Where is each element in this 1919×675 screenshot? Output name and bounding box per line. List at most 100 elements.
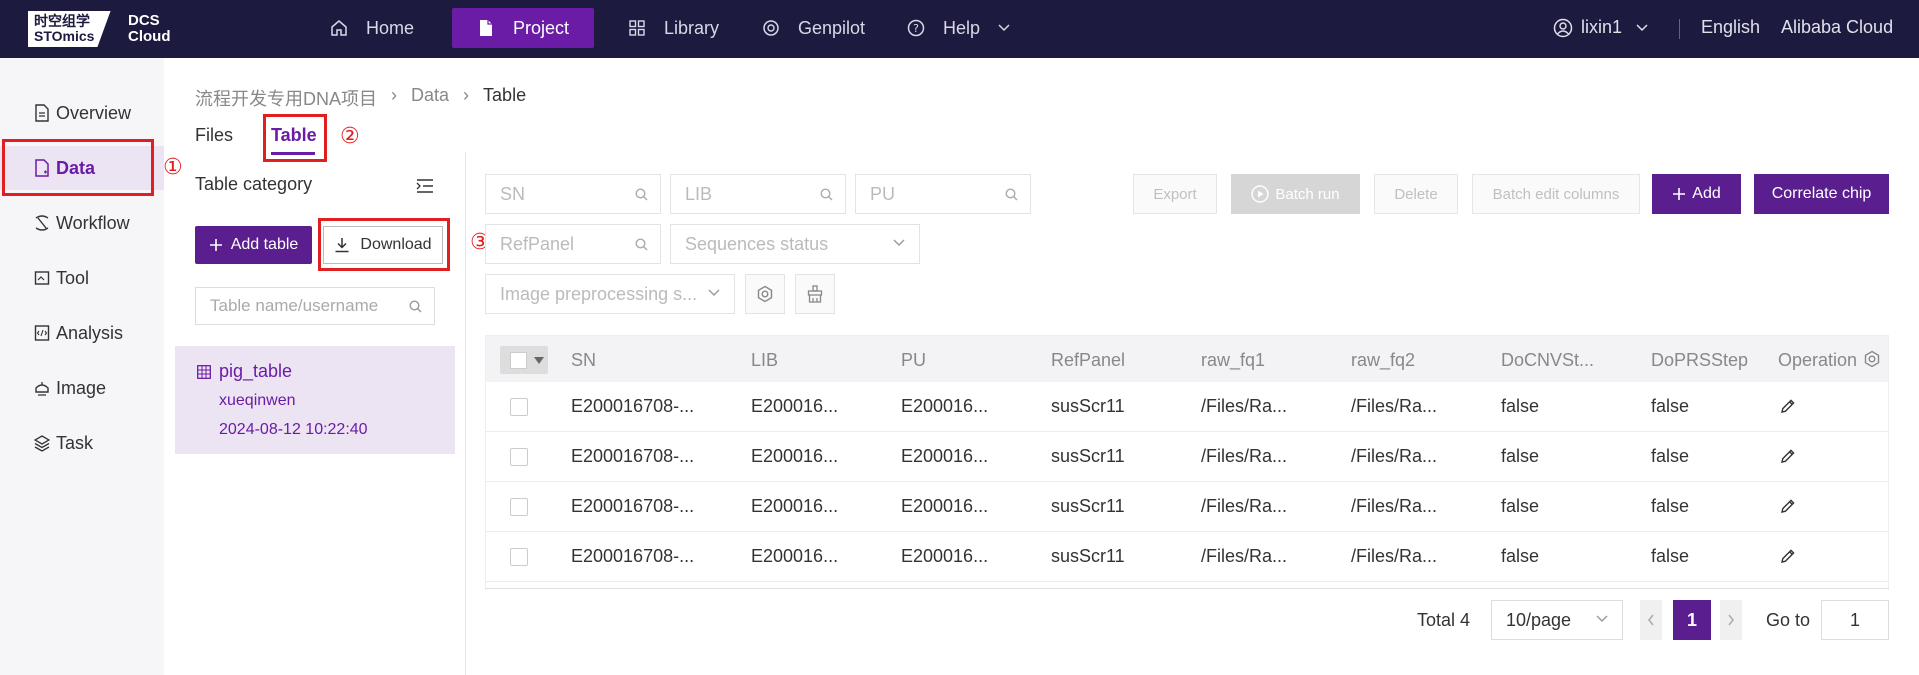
search-icon: [409, 300, 422, 313]
product-line1: DCS: [128, 12, 160, 29]
nav-genpilot[interactable]: Genpilot: [762, 8, 865, 48]
column-header-docnvstep: DoCNVSt...: [1501, 350, 1595, 370]
tab-files[interactable]: Files: [195, 125, 233, 146]
goto-label: Go to: [1766, 610, 1811, 630]
edit-pencil-icon[interactable]: [1780, 398, 1796, 414]
row-checkbox[interactable]: [510, 548, 528, 566]
logo-chinese-text: 时空组学: [34, 13, 90, 29]
breadcrumb-data[interactable]: Data: [411, 85, 449, 111]
edit-pencil-icon[interactable]: [1780, 548, 1796, 564]
sn-filter-input[interactable]: SN: [485, 174, 661, 214]
nav-home[interactable]: Home: [330, 8, 414, 48]
cell-doprsstep: false: [1651, 396, 1690, 416]
goto-page-input[interactable]: 1: [1821, 600, 1889, 640]
search-icon: [635, 188, 648, 201]
collapse-menu-icon[interactable]: [416, 178, 434, 194]
sequences-status-select[interactable]: Sequences status: [670, 224, 920, 264]
table-header: SN LIB PU RefPanel raw_fq1 raw_fq2 DoCNV…: [486, 336, 1888, 382]
sidebar-item-label: Image: [56, 377, 107, 398]
table-list-item[interactable]: pig_table xueqinwen 2024-08-12 10:22:40: [175, 346, 455, 454]
table-row[interactable]: E200016708-... E200016... E200016... susScr…: [486, 382, 1888, 432]
panel-divider: [465, 152, 466, 675]
sidebar-item-data[interactable]: Data: [0, 146, 164, 190]
batch-edit-columns-label: Batch edit columns: [1492, 185, 1620, 203]
column-header-refpanel: RefPanel: [1051, 350, 1126, 370]
image-preprocessing-select[interactable]: Image preprocessing s...: [485, 274, 735, 314]
table-search-placeholder: Table name/username: [210, 296, 379, 315]
nav-help[interactable]: ? Help: [907, 8, 1010, 48]
table-row[interactable]: E200016708-... E200016... E200016... susScr…: [486, 432, 1888, 482]
sidebar-item-analysis[interactable]: Analysis: [0, 311, 164, 355]
delete-button[interactable]: Delete: [1374, 174, 1458, 214]
cell-pu: E200016...: [901, 396, 989, 416]
lib-filter-input[interactable]: LIB: [670, 174, 846, 214]
sidebar-item-task[interactable]: Task: [0, 421, 164, 465]
table-row[interactable]: E200016708-... E200016... E200016... susScr…: [486, 482, 1888, 532]
settings-button[interactable]: [745, 274, 785, 314]
chevron-down-icon: [893, 239, 905, 246]
data-table: SN LIB PU RefPanel raw_fq1 raw_fq2 DoCNV…: [485, 335, 1889, 590]
cell-pu: E200016...: [901, 496, 989, 516]
cell-doprsstep: false: [1651, 496, 1690, 516]
user-menu[interactable]: lixin1: [1553, 17, 1648, 38]
page-size-select[interactable]: 10/page: [1491, 600, 1623, 640]
breadcrumb-separator: ›: [391, 85, 398, 105]
sidebar-item-label: Tool: [56, 267, 90, 288]
table-row[interactable]: E200016708-... E200016... E200016... susScr…: [486, 532, 1888, 582]
nav-project[interactable]: Project: [452, 8, 594, 48]
search-icon: [635, 238, 648, 251]
genpilot-aperture-icon: [763, 20, 779, 36]
cell-pu: E200016...: [901, 446, 989, 466]
table-horizontal-scrollbar[interactable]: [485, 588, 1889, 589]
sidebar-item-tool[interactable]: Tool: [0, 256, 164, 300]
row-checkbox[interactable]: [510, 398, 528, 416]
chevron-down-icon: [708, 289, 720, 296]
logo-english-text: STOmics: [34, 28, 95, 44]
sidebar-item-image[interactable]: Image: [0, 366, 164, 410]
cloud-switch[interactable]: Alibaba Cloud: [1781, 17, 1893, 38]
cell-raw-fq2: /Files/Ra...: [1351, 446, 1438, 466]
project-file-icon: [479, 20, 492, 36]
table-search-input[interactable]: Table name/username: [195, 287, 435, 325]
row-checkbox[interactable]: [510, 448, 528, 466]
download-button[interactable]: Download: [323, 226, 443, 264]
next-page-button[interactable]: [1720, 600, 1742, 640]
chevron-down-icon: [1596, 615, 1608, 622]
sidebar-item-label: Task: [56, 432, 94, 453]
breadcrumb-project[interactable]: 流程开发专用DNA项目: [195, 85, 377, 111]
edit-pencil-icon[interactable]: [1780, 448, 1796, 464]
add-table-button[interactable]: Add table: [195, 226, 312, 264]
refpanel-filter-input[interactable]: RefPanel: [485, 224, 661, 264]
chevron-down-icon: [998, 24, 1010, 32]
cell-raw-fq1: /Files/Ra...: [1201, 496, 1288, 516]
language-switch[interactable]: English: [1701, 17, 1760, 38]
username: lixin1: [1581, 17, 1623, 37]
sidebar-item-workflow[interactable]: Workflow: [0, 201, 164, 245]
cell-docnvstep: false: [1501, 546, 1540, 566]
edit-pencil-icon[interactable]: [1780, 498, 1796, 514]
nav-genpilot-label: Genpilot: [798, 17, 866, 38]
page-1-button[interactable]: 1: [1673, 600, 1711, 640]
nav-library[interactable]: Library: [628, 8, 719, 48]
data-file-icon: [35, 159, 49, 177]
batch-edit-columns-button[interactable]: Batch edit columns: [1472, 174, 1640, 214]
correlate-chip-button[interactable]: Correlate chip: [1754, 174, 1889, 214]
help-icon: ?: [907, 19, 925, 37]
previous-page-button[interactable]: [1640, 600, 1662, 640]
cell-sn: E200016708-...: [571, 396, 695, 416]
cell-lib: E200016...: [751, 496, 839, 516]
batch-run-button[interactable]: Batch run: [1231, 174, 1360, 214]
column-settings-icon[interactable]: [1863, 350, 1881, 368]
sequences-status-placeholder: Sequences status: [685, 233, 829, 254]
clear-filters-button[interactable]: [795, 274, 835, 314]
tab-table[interactable]: Table: [271, 125, 317, 146]
language-label: English: [1701, 17, 1761, 37]
pu-filter-input[interactable]: PU: [855, 174, 1031, 214]
select-all-checkbox[interactable]: [500, 346, 548, 374]
row-checkbox[interactable]: [510, 498, 528, 516]
workflow-icon: [35, 215, 49, 231]
add-button[interactable]: Add: [1652, 174, 1741, 214]
export-button[interactable]: Export: [1133, 174, 1217, 214]
sidebar-item-overview[interactable]: Overview: [0, 91, 164, 135]
stomics-logo[interactable]: 时空组学 STOmics DCS Cloud: [28, 11, 171, 47]
